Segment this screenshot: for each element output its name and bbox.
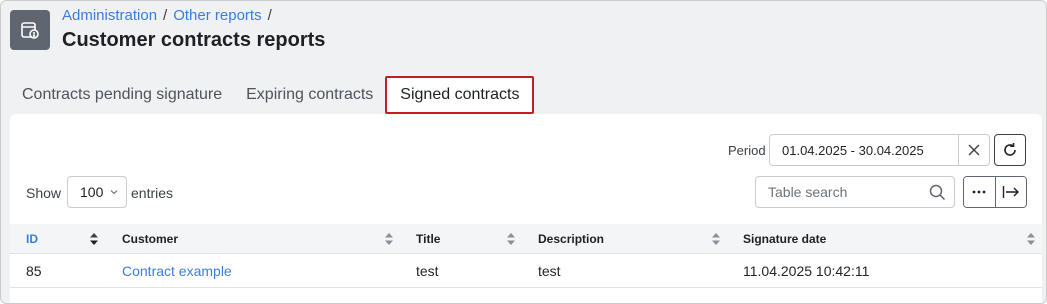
report-document-icon [10,10,50,50]
column-header-description[interactable]: Description [538,224,604,254]
tab-expiring-contracts[interactable]: Expiring contracts [234,76,385,114]
period-label: Period [728,143,766,158]
sort-icon[interactable] [385,233,393,245]
table-tools-group [963,176,1027,208]
tab-signed-contracts[interactable]: Signed contracts [385,76,535,114]
entries-value: 100 [80,184,104,200]
period-clear-button[interactable] [958,134,990,166]
breadcrumb-link-other-reports[interactable]: Other reports [173,7,261,24]
sort-descending-icon[interactable] [90,233,98,245]
show-label: Show [26,185,62,201]
entries-label: entries [131,185,174,201]
arrow-right-bar-icon [1002,186,1019,198]
export-button[interactable] [994,177,1026,207]
table-header: ID Customer Title Description Signature … [10,224,1042,254]
breadcrumb-separator: / [163,7,168,24]
period-date-range-input[interactable]: 01.04.2025 - 30.04.2025 [769,134,959,166]
content-panel: Period 01.04.2025 - 30.04.2025 Show 100 … [10,114,1042,303]
more-options-button[interactable] [964,177,995,207]
table-search-input[interactable]: Table search [755,176,955,208]
sort-icon[interactable] [1027,233,1035,245]
chevron-down-icon [110,190,118,195]
sort-icon[interactable] [712,233,720,245]
cell-signature-date: 11.04.2025 10:42:11 [743,263,870,279]
search-icon [929,184,946,201]
more-horizontal-icon [973,190,986,194]
breadcrumb-separator: / [267,7,272,24]
refresh-icon [1004,143,1016,156]
cell-description: test [538,263,561,279]
cell-title: test [416,263,439,279]
tab-bar: Contracts pending signature Expiring con… [10,76,535,114]
customer-link[interactable]: Contract example [122,263,232,279]
cell-id: 85 [26,263,42,279]
app-frame: Administration / Other reports / Custome… [0,0,1047,304]
refresh-button[interactable] [994,134,1026,166]
page-title: Customer contracts reports [62,29,326,51]
column-header-id[interactable]: ID [26,224,38,254]
breadcrumb: Administration / Other reports / [62,7,272,24]
close-icon [968,144,980,156]
column-header-signature-date[interactable]: Signature date [743,224,826,254]
column-header-customer[interactable]: Customer [122,224,178,254]
search-placeholder: Table search [768,184,848,200]
table-row: 85 Contract example test test 11.04.2025… [10,254,1042,288]
column-header-title[interactable]: Title [416,224,440,254]
sort-icon[interactable] [507,233,515,245]
breadcrumb-link-administration[interactable]: Administration [62,7,157,24]
tab-contracts-pending-signature[interactable]: Contracts pending signature [10,76,234,114]
entries-per-page-select[interactable]: 100 [67,176,127,208]
